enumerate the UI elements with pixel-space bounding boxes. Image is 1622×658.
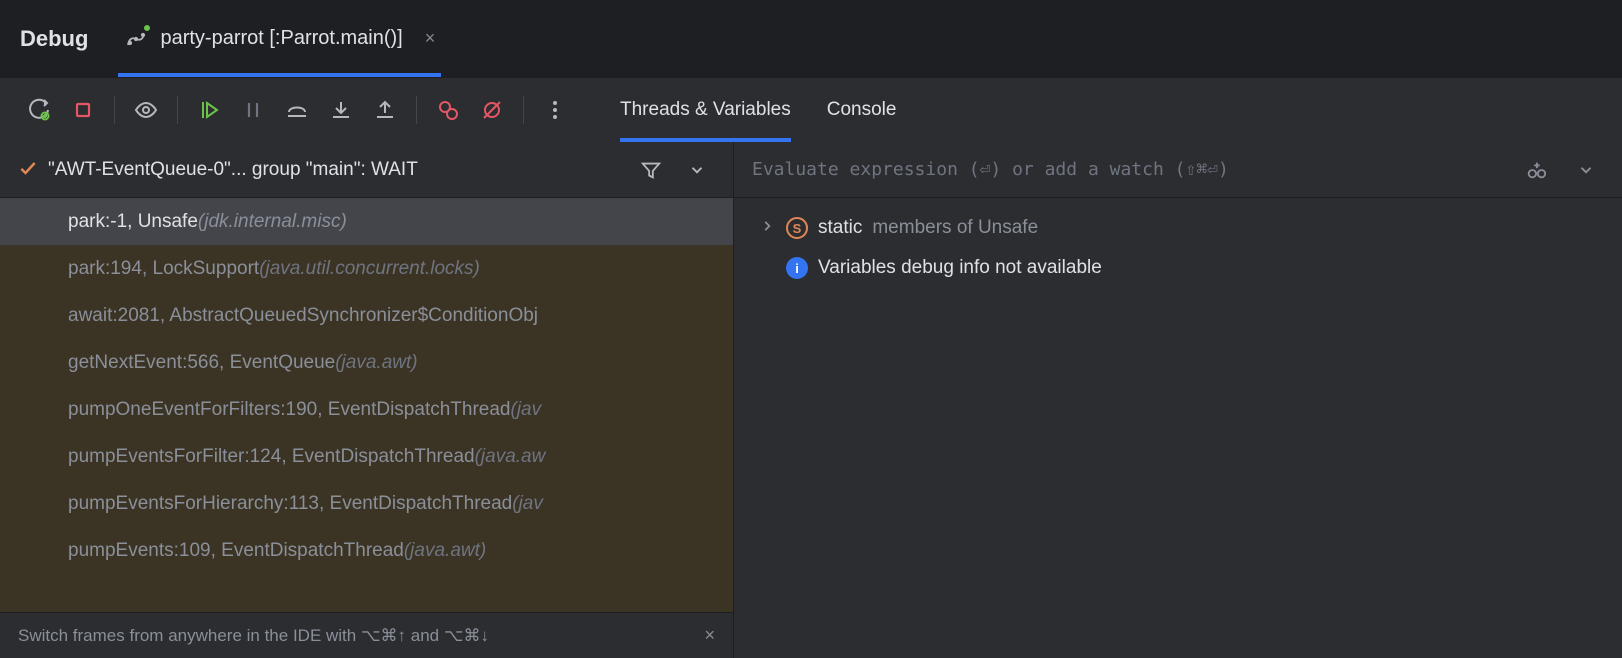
- pause-button[interactable]: [234, 91, 272, 129]
- stop-button[interactable]: [64, 91, 102, 129]
- run-config-icon: [124, 27, 148, 51]
- rerun-button[interactable]: [20, 91, 58, 129]
- stack-frame[interactable]: pumpOneEventForFilters:190, EventDispatc…: [0, 386, 733, 433]
- frame-package-text: (jav: [512, 493, 543, 515]
- resume-button[interactable]: [190, 91, 228, 129]
- frames-panel: "AWT-EventQueue-0"... group "main": WAIT…: [0, 142, 734, 658]
- debug-tool-window-tabs: Debug party-parrot [:Parrot.main()] ×: [0, 0, 1622, 78]
- run-configuration-tab[interactable]: party-parrot [:Parrot.main()] ×: [118, 0, 441, 77]
- variable-secondary-text: members of Unsafe: [872, 217, 1038, 239]
- mute-breakpoints-button[interactable]: [473, 91, 511, 129]
- frame-main-text: await:2081, AbstractQueuedSynchronizer$C…: [68, 305, 538, 327]
- step-out-button[interactable]: [366, 91, 404, 129]
- variable-info-text: Variables debug info not available: [818, 257, 1102, 279]
- stack-frame[interactable]: await:2081, AbstractQueuedSynchronizer$C…: [0, 292, 733, 339]
- tab-console[interactable]: Console: [827, 78, 897, 142]
- variables-tree[interactable]: S static members of Unsafe i Variables d…: [734, 198, 1622, 658]
- thread-dropdown-button[interactable]: [679, 152, 715, 188]
- variable-static-members[interactable]: S static members of Unsafe: [734, 208, 1622, 248]
- hint-bar: Switch frames from anywhere in the IDE w…: [0, 612, 733, 658]
- stack-frames-list[interactable]: park:-1, Unsafe (jdk.internal.misc)park:…: [0, 198, 733, 612]
- frame-package-text: (jav: [511, 399, 542, 421]
- variables-panel: Evaluate expression (⏎) or add a watch (…: [734, 142, 1622, 658]
- frame-main-text: getNextEvent:566, EventQueue: [68, 352, 335, 374]
- frame-package-text: (java.util.concurrent.locks): [259, 258, 480, 280]
- thread-label: "AWT-EventQueue-0"... group "main": WAIT: [48, 159, 623, 181]
- frame-package-text: (java.aw: [475, 446, 546, 468]
- variable-info-row: i Variables debug info not available: [734, 248, 1622, 288]
- view-breakpoints-button[interactable]: [429, 91, 467, 129]
- evaluate-placeholder: Evaluate expression (⏎) or add a watch (…: [752, 159, 1504, 180]
- debug-toolbar: Threads & Variables Console: [0, 78, 1622, 142]
- frame-main-text: pumpOneEventForFilters:190, EventDispatc…: [68, 399, 511, 421]
- stack-frame[interactable]: getNextEvent:566, EventQueue (java.awt): [0, 339, 733, 386]
- debug-tab-title: Debug: [20, 0, 88, 77]
- filter-button[interactable]: [633, 152, 669, 188]
- tab-threads-variables[interactable]: Threads & Variables: [620, 78, 791, 142]
- stack-frame[interactable]: pumpEventsForHierarchy:113, EventDispatc…: [0, 480, 733, 527]
- static-badge-icon: S: [786, 217, 808, 239]
- show-execution-point-button[interactable]: [127, 91, 165, 129]
- frame-main-text: pumpEventsForHierarchy:113, EventDispatc…: [68, 493, 512, 515]
- step-into-button[interactable]: [322, 91, 360, 129]
- run-config-label: party-parrot [:Parrot.main()]: [160, 27, 402, 50]
- frame-package-text: (jdk.internal.misc): [198, 211, 347, 233]
- more-actions-button[interactable]: [536, 91, 574, 129]
- close-hint-button[interactable]: ×: [704, 625, 715, 646]
- add-watch-button[interactable]: [1518, 152, 1554, 188]
- info-badge-icon: i: [786, 257, 808, 279]
- evaluate-expression-row[interactable]: Evaluate expression (⏎) or add a watch (…: [734, 142, 1622, 198]
- debug-inner-tabs: Threads & Variables Console: [620, 78, 896, 142]
- step-over-button[interactable]: [278, 91, 316, 129]
- stack-frame[interactable]: pumpEventsForFilter:124, EventDispatchTh…: [0, 433, 733, 480]
- frame-package-text: (java.awt): [335, 352, 417, 374]
- check-icon: [18, 158, 38, 182]
- frame-main-text: pumpEventsForFilter:124, EventDispatchTh…: [68, 446, 475, 468]
- thread-selector[interactable]: "AWT-EventQueue-0"... group "main": WAIT: [0, 142, 733, 198]
- stack-frame[interactable]: park:-1, Unsafe (jdk.internal.misc): [0, 198, 733, 245]
- chevron-right-icon: [760, 217, 776, 239]
- variable-primary-text: static: [818, 217, 862, 239]
- hint-text: Switch frames from anywhere in the IDE w…: [18, 626, 489, 646]
- debug-label: Debug: [20, 26, 88, 52]
- close-tab-button[interactable]: ×: [415, 28, 436, 49]
- expand-eval-button[interactable]: [1568, 152, 1604, 188]
- frame-package-text: (java.awt): [404, 540, 486, 562]
- frame-main-text: park:-1, Unsafe: [68, 211, 198, 233]
- debug-main-split: "AWT-EventQueue-0"... group "main": WAIT…: [0, 142, 1622, 658]
- running-indicator-icon: [142, 23, 152, 33]
- frame-main-text: pumpEvents:109, EventDispatchThread: [68, 540, 404, 562]
- stack-frame[interactable]: pumpEvents:109, EventDispatchThread (jav…: [0, 527, 733, 574]
- frame-main-text: park:194, LockSupport: [68, 258, 259, 280]
- stack-frame[interactable]: park:194, LockSupport (java.util.concurr…: [0, 245, 733, 292]
